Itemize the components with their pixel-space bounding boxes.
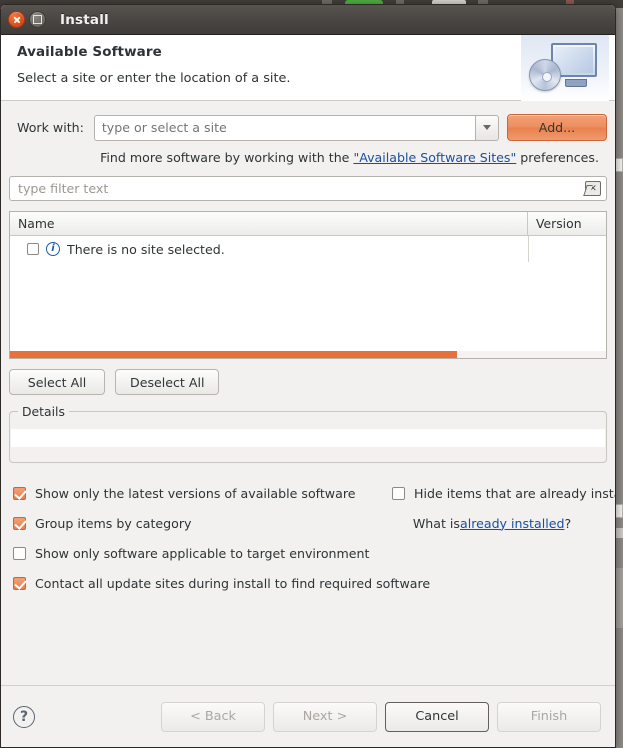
- add-button[interactable]: Add...: [507, 114, 607, 141]
- option-label: Show only the latest versions of availab…: [35, 485, 356, 501]
- table-cell-version: [528, 236, 606, 262]
- work-with-combo[interactable]: [93, 114, 499, 141]
- work-with-row: Work with: Add...: [9, 114, 607, 141]
- option-label: Show only software applicable to target …: [35, 545, 370, 561]
- table-header: Name Version: [10, 212, 606, 236]
- clear-icon[interactable]: ✕: [585, 181, 601, 196]
- work-with-input[interactable]: [93, 114, 475, 141]
- dialog-body: Work with: Add... Find more software by …: [1, 114, 615, 598]
- work-with-label: Work with:: [17, 120, 84, 135]
- row-label: There is no site selected.: [67, 241, 225, 257]
- software-table: Name Version i There is no site selected…: [9, 211, 607, 359]
- what-is-prefix: What is: [412, 515, 460, 531]
- dialog-titlebar[interactable]: Install: [1, 5, 615, 35]
- cancel-button[interactable]: Cancel: [385, 701, 489, 732]
- filter-placeholder: type filter text: [18, 181, 109, 196]
- details-label: Details: [18, 404, 69, 419]
- scrollbar-thumb[interactable]: [10, 351, 457, 358]
- selection-button-row: Select All Deselect All: [9, 369, 607, 395]
- horizontal-scrollbar[interactable]: [10, 351, 606, 358]
- already-installed-hint: What is already installed?: [387, 508, 615, 538]
- table-cell-name: i There is no site selected.: [27, 242, 528, 257]
- column-header-name[interactable]: Name: [10, 212, 528, 235]
- column-header-version[interactable]: Version: [528, 212, 606, 235]
- what-is-suffix: ?: [564, 515, 572, 531]
- checkbox-show-latest-versions[interactable]: [13, 486, 26, 500]
- cd-disc-icon: [529, 59, 561, 91]
- checkbox-contact-update-sites[interactable]: [13, 576, 26, 590]
- close-icon[interactable]: [8, 11, 25, 28]
- dialog-footer: ? < Back Next > Cancel Finish: [1, 685, 615, 747]
- dialog-header: Available Software Select a site or ente…: [1, 35, 615, 101]
- maximize-icon[interactable]: [29, 11, 46, 28]
- hint-suffix: preferences.: [516, 150, 599, 165]
- hint-prefix: Find more software by working with the: [100, 150, 354, 165]
- option-label: Hide items that are already installed: [414, 485, 615, 501]
- install-monitor-cd-icon: [521, 35, 609, 101]
- finish-button[interactable]: Finish: [497, 701, 601, 732]
- back-button[interactable]: < Back: [161, 701, 265, 732]
- details-group: Details: [9, 404, 607, 463]
- option-label: Contact all update sites during install …: [35, 575, 431, 591]
- row-checkbox[interactable]: [27, 243, 39, 255]
- option-hide-installed[interactable]: Hide items that are already installed: [387, 478, 615, 508]
- filter-field[interactable]: type filter text ✕: [9, 176, 607, 201]
- option-target-environment[interactable]: Show only software applicable to target …: [13, 538, 607, 568]
- already-installed-link[interactable]: already installed: [460, 516, 564, 531]
- monitor-screen: [555, 47, 593, 73]
- info-icon: i: [46, 242, 60, 256]
- available-sites-hint: Find more software by working with the "…: [9, 150, 607, 165]
- details-content: [11, 429, 605, 447]
- checkbox-hide-installed[interactable]: [392, 486, 405, 500]
- available-software-sites-link[interactable]: "Available Software Sites": [353, 150, 516, 165]
- help-icon[interactable]: ?: [13, 705, 35, 728]
- checkbox-group-by-category[interactable]: [13, 516, 26, 530]
- desktop-background: Install Available Software Select a site…: [0, 0, 623, 748]
- table-row[interactable]: i There is no site selected.: [10, 236, 606, 262]
- options-section: Show only the latest versions of availab…: [9, 478, 615, 598]
- deselect-all-button[interactable]: Deselect All: [115, 369, 220, 395]
- option-contact-update-sites[interactable]: Contact all update sites during install …: [13, 568, 607, 598]
- next-button[interactable]: Next >: [273, 701, 377, 732]
- wizard-buttons: < Back Next > Cancel Finish: [161, 701, 603, 732]
- option-label: Group items by category: [35, 515, 192, 531]
- checkbox-target-environment[interactable]: [13, 546, 26, 560]
- window-title: Install: [60, 11, 109, 28]
- options-right-column: Hide items that are already installed Wh…: [387, 478, 615, 538]
- select-all-button[interactable]: Select All: [9, 369, 105, 395]
- install-dialog: Install Available Software Select a site…: [0, 4, 616, 748]
- chevron-down-icon[interactable]: [475, 114, 499, 141]
